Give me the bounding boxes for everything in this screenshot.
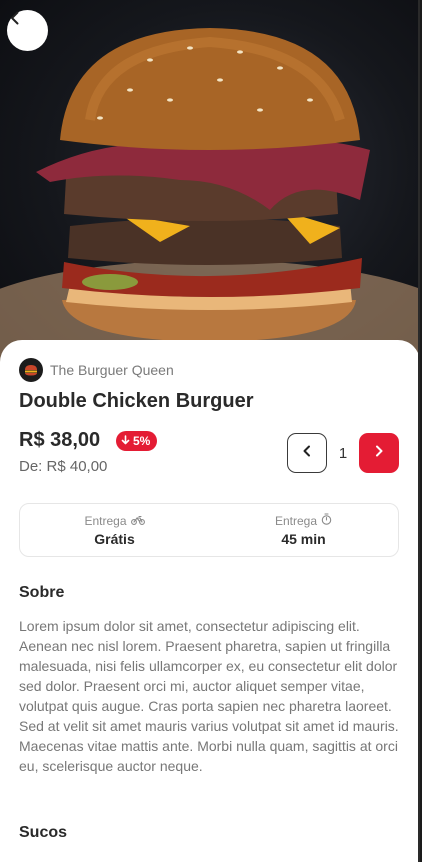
product-image <box>0 0 418 370</box>
store-info[interactable]: The Burguer Queen <box>19 358 174 382</box>
about-title: Sobre <box>19 584 65 601</box>
delivery-fee-value: Grátis <box>94 530 135 547</box>
quantity-stepper: 1 <box>287 433 399 473</box>
delivery-time-value: 45 min <box>281 531 326 547</box>
delivery-info: Entrega Grátis Entrega 45 min <box>19 503 399 557</box>
delivery-time-label: Entrega <box>274 513 318 528</box>
delivery-fee: Entrega Grátis <box>20 504 209 556</box>
quantity-value: 1 <box>338 444 348 462</box>
store-name: The Burguer Queen <box>50 362 174 378</box>
chevron-right-icon <box>372 444 386 463</box>
discount-value: 5% <box>133 434 151 448</box>
old-price: De: R$ 40,00 <box>19 458 108 475</box>
product-title: Double Chicken Burguer <box>19 390 254 412</box>
increase-quantity-button[interactable] <box>359 433 399 473</box>
bike-icon <box>130 514 145 528</box>
product-price: R$ 38,00 <box>19 429 101 451</box>
delivery-time: Entrega 45 min <box>209 504 398 556</box>
timer-icon <box>321 513 332 528</box>
product-details-card: The Burguer Queen Double Chicken Burguer… <box>0 340 418 862</box>
juices-title: Sucos <box>19 824 68 841</box>
back-button[interactable] <box>7 10 48 51</box>
chevron-left-icon <box>300 444 314 463</box>
decrease-quantity-button[interactable] <box>287 433 327 473</box>
product-screen: The Burguer Queen Double Chicken Burguer… <box>0 0 420 862</box>
arrow-down-icon <box>121 434 130 448</box>
delivery-fee-label: Entrega <box>84 513 127 528</box>
store-logo <box>19 358 43 382</box>
about-description: Lorem ipsum dolor sit amet, consectetur … <box>19 618 399 774</box>
discount-badge: 5% <box>116 431 158 451</box>
